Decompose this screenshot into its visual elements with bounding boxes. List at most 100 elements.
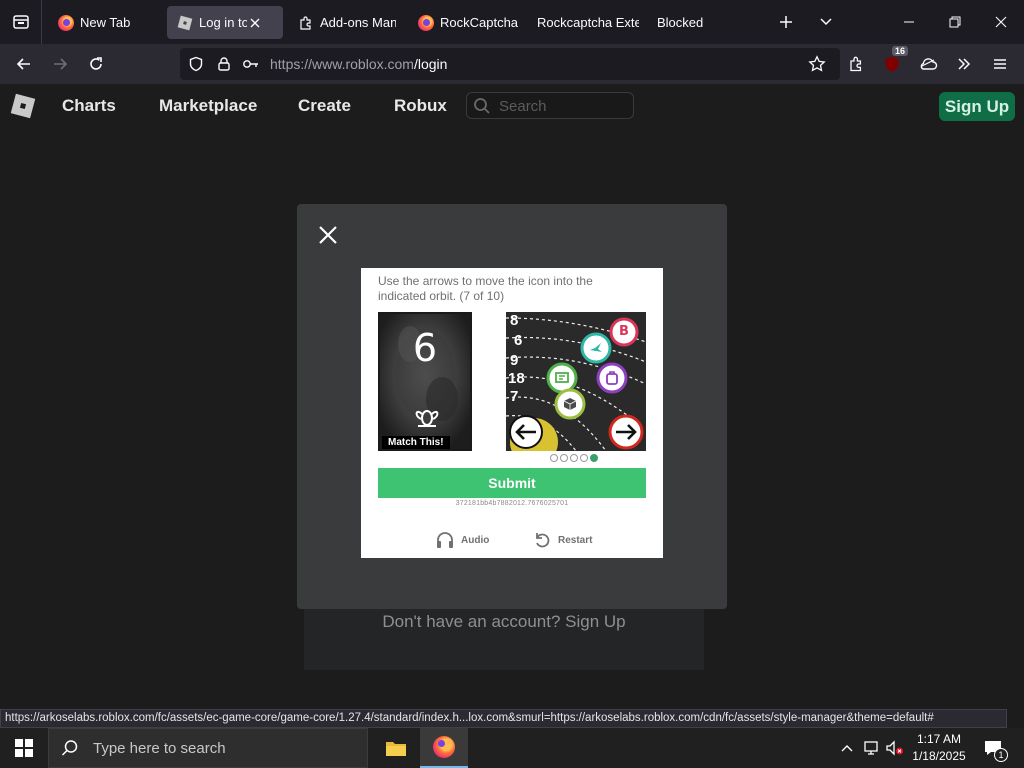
tab-rockcaptcha-extension[interactable]: Rockcaptcha Exte <box>527 6 639 39</box>
arrow-left-icon[interactable] <box>514 421 538 443</box>
firefox-view-icon <box>12 15 29 29</box>
lock-icon[interactable] <box>216 56 232 72</box>
url-path: /login <box>413 56 448 72</box>
progress-dot-current <box>590 454 598 462</box>
orbit-label: 6 <box>514 332 523 349</box>
roblox-logo-icon[interactable] <box>10 93 36 119</box>
back-button[interactable] <box>8 48 40 80</box>
reload-button[interactable] <box>80 48 112 80</box>
bookmark-star-icon[interactable] <box>808 55 826 73</box>
overflow-menu-button[interactable] <box>948 48 980 80</box>
arrow-right-icon[interactable] <box>614 421 638 443</box>
svg-text:B: B <box>619 324 629 338</box>
bitcoin-icon: B <box>619 324 629 338</box>
progress-dot <box>560 454 568 462</box>
web-page: Charts Marketplace Create Robux Sign Up … <box>0 84 1024 706</box>
chevron-up-icon <box>841 745 853 752</box>
double-chevron-right-icon <box>958 58 971 70</box>
search-input[interactable] <box>499 96 627 116</box>
file-explorer-app[interactable] <box>372 728 420 768</box>
orbit-label: 9 <box>510 352 519 369</box>
extension-badge: 16 <box>891 46 908 56</box>
extensions-button[interactable] <box>840 48 872 80</box>
browser-tab-strip: New Tab Log in to Ro Add-ons Man RockCap… <box>0 0 1024 44</box>
orbit-label: 8 <box>510 312 519 329</box>
start-button[interactable] <box>0 728 48 768</box>
address-bar[interactable]: https://www.roblox.com/login <box>180 48 840 80</box>
progress-dot <box>580 454 588 462</box>
puzzle-icon <box>300 15 311 30</box>
nav-link-robux[interactable]: Robux <box>394 96 447 116</box>
ublock-icon <box>885 56 899 72</box>
system-clock[interactable]: 1:17 AM 1/18/2025 <box>906 731 972 765</box>
arrow-right-icon <box>54 58 68 70</box>
volume-button[interactable] <box>884 728 906 768</box>
signup-prompt-link[interactable]: Don't have an account? Sign Up <box>304 612 704 632</box>
verification-modal: Use the arrows to move the icon into the… <box>297 204 727 609</box>
navigation-toolbar: https://www.roblox.com/login 16 <box>0 44 1024 84</box>
cloud-extension-button[interactable] <box>912 48 944 80</box>
tab-title: Add-ons Man <box>320 15 396 30</box>
minimize-button[interactable] <box>886 0 932 44</box>
tab-blocked[interactable]: Blocked <box>647 6 759 39</box>
flying-bug-icon <box>415 410 439 427</box>
restore-icon <box>949 16 961 28</box>
header-signup-button[interactable]: Sign Up <box>939 92 1015 121</box>
audio-button[interactable]: Audio <box>435 530 489 550</box>
hamburger-menu-icon <box>994 59 1006 69</box>
ublock-extension-button[interactable]: 16 <box>876 46 908 80</box>
tab-title: Rockcaptcha Exte <box>537 15 639 30</box>
windows-logo-icon <box>15 739 33 757</box>
windows-taskbar: Type here to search 1:17 AM 1/18/2025 1 <box>0 728 1024 768</box>
reload-icon <box>90 57 102 70</box>
nav-link-create[interactable]: Create <box>298 96 351 116</box>
url-host: https://www.roblox.com <box>270 56 414 72</box>
url-text[interactable]: https://www.roblox.com/login <box>270 56 447 72</box>
firefox-icon <box>58 14 74 31</box>
firefox-icon <box>418 14 434 31</box>
roblox-search-box[interactable] <box>466 92 634 119</box>
nav-link-charts[interactable]: Charts <box>62 96 116 116</box>
show-hidden-icons-button[interactable] <box>836 728 858 768</box>
tab-rockcaptcha[interactable]: RockCaptcha <box>408 6 520 39</box>
cloud-icon <box>920 58 938 70</box>
tab-new-tab[interactable]: New Tab <box>48 6 160 39</box>
key-icon[interactable] <box>242 56 260 72</box>
tab-title: New Tab <box>80 15 131 30</box>
tab-title: Log in to Ro <box>199 15 247 30</box>
close-icon[interactable] <box>317 224 339 246</box>
close-icon <box>995 16 1007 28</box>
nav-link-marketplace[interactable]: Marketplace <box>159 96 257 116</box>
tab-roblox-login[interactable]: Log in to Ro <box>167 6 283 39</box>
search-icon <box>474 98 490 114</box>
search-icon <box>61 740 78 756</box>
shield-icon[interactable] <box>188 56 204 72</box>
restore-button[interactable] <box>932 0 978 44</box>
audio-label: Audio <box>461 534 490 546</box>
tab-addons-manager[interactable]: Add-ons Man <box>288 6 396 39</box>
backpack-icon <box>606 371 618 385</box>
session-id: 372181bb4b7882012.7676025701 <box>455 500 569 507</box>
submit-button[interactable]: Submit <box>378 468 646 498</box>
notification-center-button[interactable]: 1 <box>978 728 1008 768</box>
close-window-button[interactable] <box>978 0 1024 44</box>
restart-label: Restart <box>558 534 593 546</box>
minimize-icon <box>904 21 914 23</box>
restart-button[interactable]: Restart <box>532 530 592 550</box>
taskbar-search-box[interactable]: Type here to search <box>48 728 368 768</box>
forward-button[interactable] <box>44 48 76 80</box>
network-button[interactable] <box>860 728 882 768</box>
firefox-app[interactable] <box>420 728 468 768</box>
match-this-label: Match This! <box>382 436 450 449</box>
orbit-puzzle: 8 6 9 18 7 B <box>506 312 646 451</box>
orbit-label: 7 <box>510 388 519 405</box>
progress-dots <box>550 454 598 462</box>
app-menu-button[interactable] <box>984 48 1016 80</box>
chevron-down-icon <box>820 18 832 26</box>
headphones-icon <box>437 532 453 548</box>
captcha-instruction: Use the arrows to move the icon into the… <box>378 274 593 303</box>
close-tab-icon[interactable] <box>249 17 261 29</box>
firefox-view-button[interactable] <box>0 0 42 44</box>
notification-count-badge: 1 <box>994 748 1008 762</box>
list-all-tabs-button[interactable] <box>803 0 849 44</box>
